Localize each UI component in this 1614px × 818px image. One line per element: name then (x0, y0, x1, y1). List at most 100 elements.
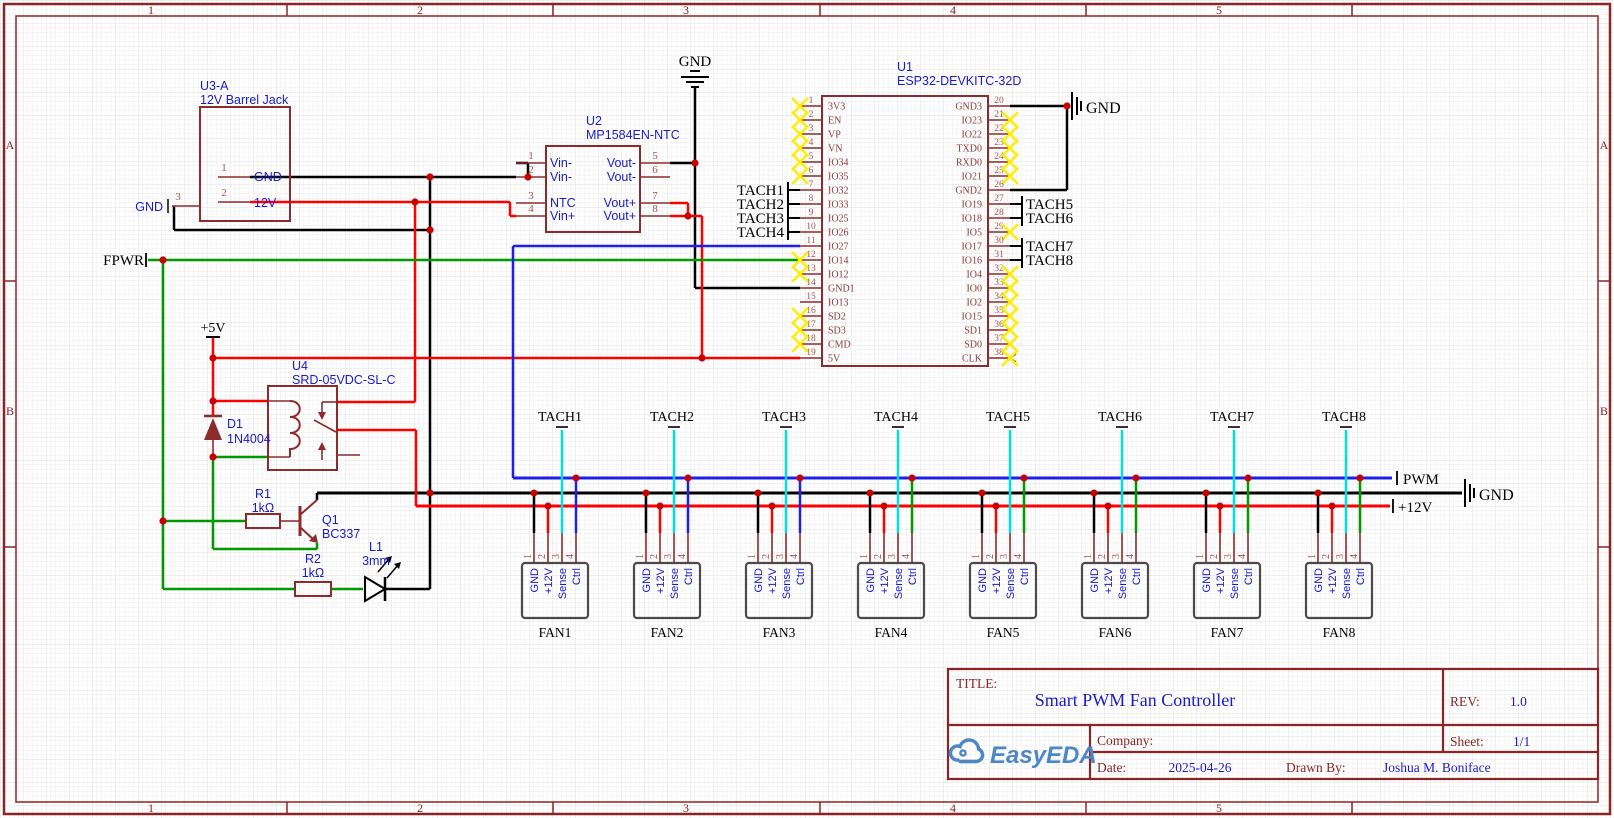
fan-pin-name: Sense (1117, 568, 1129, 599)
fan-pin-number: 2 (649, 554, 660, 559)
net-label-tach: TACH8 (1026, 253, 1073, 269)
u1-pin-name: VP (828, 130, 841, 141)
junction-dot (1329, 503, 1336, 510)
r2-value: 1kΩ (302, 566, 325, 580)
junction-dot (545, 503, 552, 510)
fan-pin-name: GND (865, 568, 877, 593)
fan-pin-number: 4 (1349, 554, 1360, 559)
junction-dot (1105, 503, 1112, 510)
u1-pin-number: 8 (809, 194, 814, 204)
u1-pin-name: IO27 (828, 242, 849, 253)
net-label-gnd-top: GND (679, 54, 712, 70)
r2-ref: R2 (305, 552, 321, 566)
fan-pin-name: Sense (781, 568, 793, 599)
junction-dot (426, 226, 433, 233)
u1-pin-name: VN (828, 144, 842, 155)
fan-pin-number: 3 (551, 554, 562, 559)
rev-label: REV: (1450, 694, 1480, 709)
fan-pin-number: 3 (775, 554, 786, 559)
fan-pin-number: 3 (999, 554, 1010, 559)
r1-value: 1kΩ (252, 501, 275, 515)
u1-pin-name: RXD0 (956, 158, 982, 169)
fan-pin-number: 4 (1125, 554, 1136, 559)
fan-pin-name: GND (641, 568, 653, 593)
u2-pin-number: 7 (652, 190, 658, 202)
junction-dot (209, 354, 216, 361)
frame-column-number: 5 (1216, 3, 1222, 17)
u1-pin-number: 11 (806, 236, 815, 246)
fan-pin-name: Ctrl (1243, 568, 1255, 585)
u2-pin-name: NTC (550, 196, 576, 210)
fan-pin-number: 2 (537, 554, 548, 559)
net-label-bj-gnd: GND (254, 170, 282, 184)
fan-pin-number: 4 (789, 554, 800, 559)
net-label-tach-fan: TACH1 (538, 410, 582, 425)
u1-pin-name: CMD (828, 340, 851, 351)
fan-pin-number: 1 (523, 554, 534, 559)
junction-dot (684, 212, 691, 219)
q1-value: BC337 (322, 527, 360, 541)
fan-pin-name: Sense (1341, 568, 1353, 599)
frame-row-letter: A (1600, 138, 1609, 152)
fan-pin-number: 1 (1307, 554, 1318, 559)
u2-pin-number: 4 (528, 203, 534, 215)
net-label-pwm: PWM (1403, 472, 1439, 488)
junction-dot (1021, 475, 1028, 482)
u2-pin-number: 5 (652, 150, 658, 162)
u1-pin-name: IO32 (828, 186, 849, 197)
fan-pin-number: 4 (565, 554, 576, 559)
net-label-5v: +5V (200, 321, 225, 336)
fan-pin-name: Ctrl (571, 568, 583, 585)
frame-column-number: 2 (417, 801, 423, 815)
u2-pin-number: 3 (528, 190, 534, 202)
net-label-tach-fan: TACH6 (1098, 410, 1142, 425)
u1-pin-number: 14 (806, 278, 816, 288)
u1-pin-number: 5 (809, 152, 814, 162)
fan-label: FAN2 (651, 625, 684, 640)
u1-pin-number: 6 (809, 166, 814, 176)
frame-row-letter: B (1600, 404, 1608, 418)
sheet-label: Sheet: (1450, 734, 1484, 749)
fan-pin-name: Sense (669, 568, 681, 599)
fan-pin-name: +12V (879, 567, 891, 594)
l1-ref: L1 (369, 540, 383, 554)
fan-pin-name: Ctrl (1019, 568, 1031, 585)
fan-pin-name: Sense (1005, 568, 1017, 599)
u1-pin-name: IO34 (828, 158, 849, 169)
fan-pin-name: Sense (1229, 568, 1241, 599)
fan-pin-number: 1 (1195, 554, 1206, 559)
u1-pin-number: 7 (809, 180, 814, 190)
u2-ref: U2 (586, 114, 602, 128)
junction-dot (1245, 475, 1252, 482)
u2-pin-name: Vin+ (550, 209, 575, 223)
u1-pin-name: IO17 (961, 242, 982, 253)
junction-dot (698, 354, 705, 361)
u2-pin-number: 6 (652, 164, 658, 176)
junction-dot (1357, 475, 1364, 482)
fan-pin-name: GND (753, 568, 765, 593)
fan-pin-number: 3 (663, 554, 674, 559)
u1-pin-name: IO14 (828, 256, 849, 267)
drawn-by-label: Drawn By: (1286, 760, 1346, 775)
u1-pin-name: IO15 (961, 312, 982, 323)
d1-value: 1N4004 (227, 432, 271, 446)
u1-pin-number: 13 (806, 264, 816, 274)
fan-pin-number: 1 (1083, 554, 1094, 559)
u1-pin-name: GND2 (955, 186, 982, 197)
junction-dot (573, 475, 580, 482)
u1-pin-name: CLK (962, 354, 983, 365)
fan-pin-name: +12V (1327, 567, 1339, 594)
u1-pin-name: IO23 (961, 116, 982, 127)
net-label-tach-fan: TACH7 (1210, 410, 1254, 425)
frame-row-letter: B (6, 404, 14, 418)
fan-pin-number: 3 (1111, 554, 1122, 559)
junction-dot (209, 453, 216, 460)
fan-pin-number: 1 (859, 554, 870, 559)
fan-pin-number: 2 (985, 554, 996, 559)
u1-pin-number: 31 (994, 250, 1004, 260)
u4-ref: U4 (292, 359, 308, 373)
fan-pin-name: GND (529, 568, 541, 593)
net-label-gnd-u3: GND (135, 200, 163, 214)
net-label-tach-fan: TACH8 (1322, 410, 1366, 425)
frame-row-letter: A (6, 138, 15, 152)
